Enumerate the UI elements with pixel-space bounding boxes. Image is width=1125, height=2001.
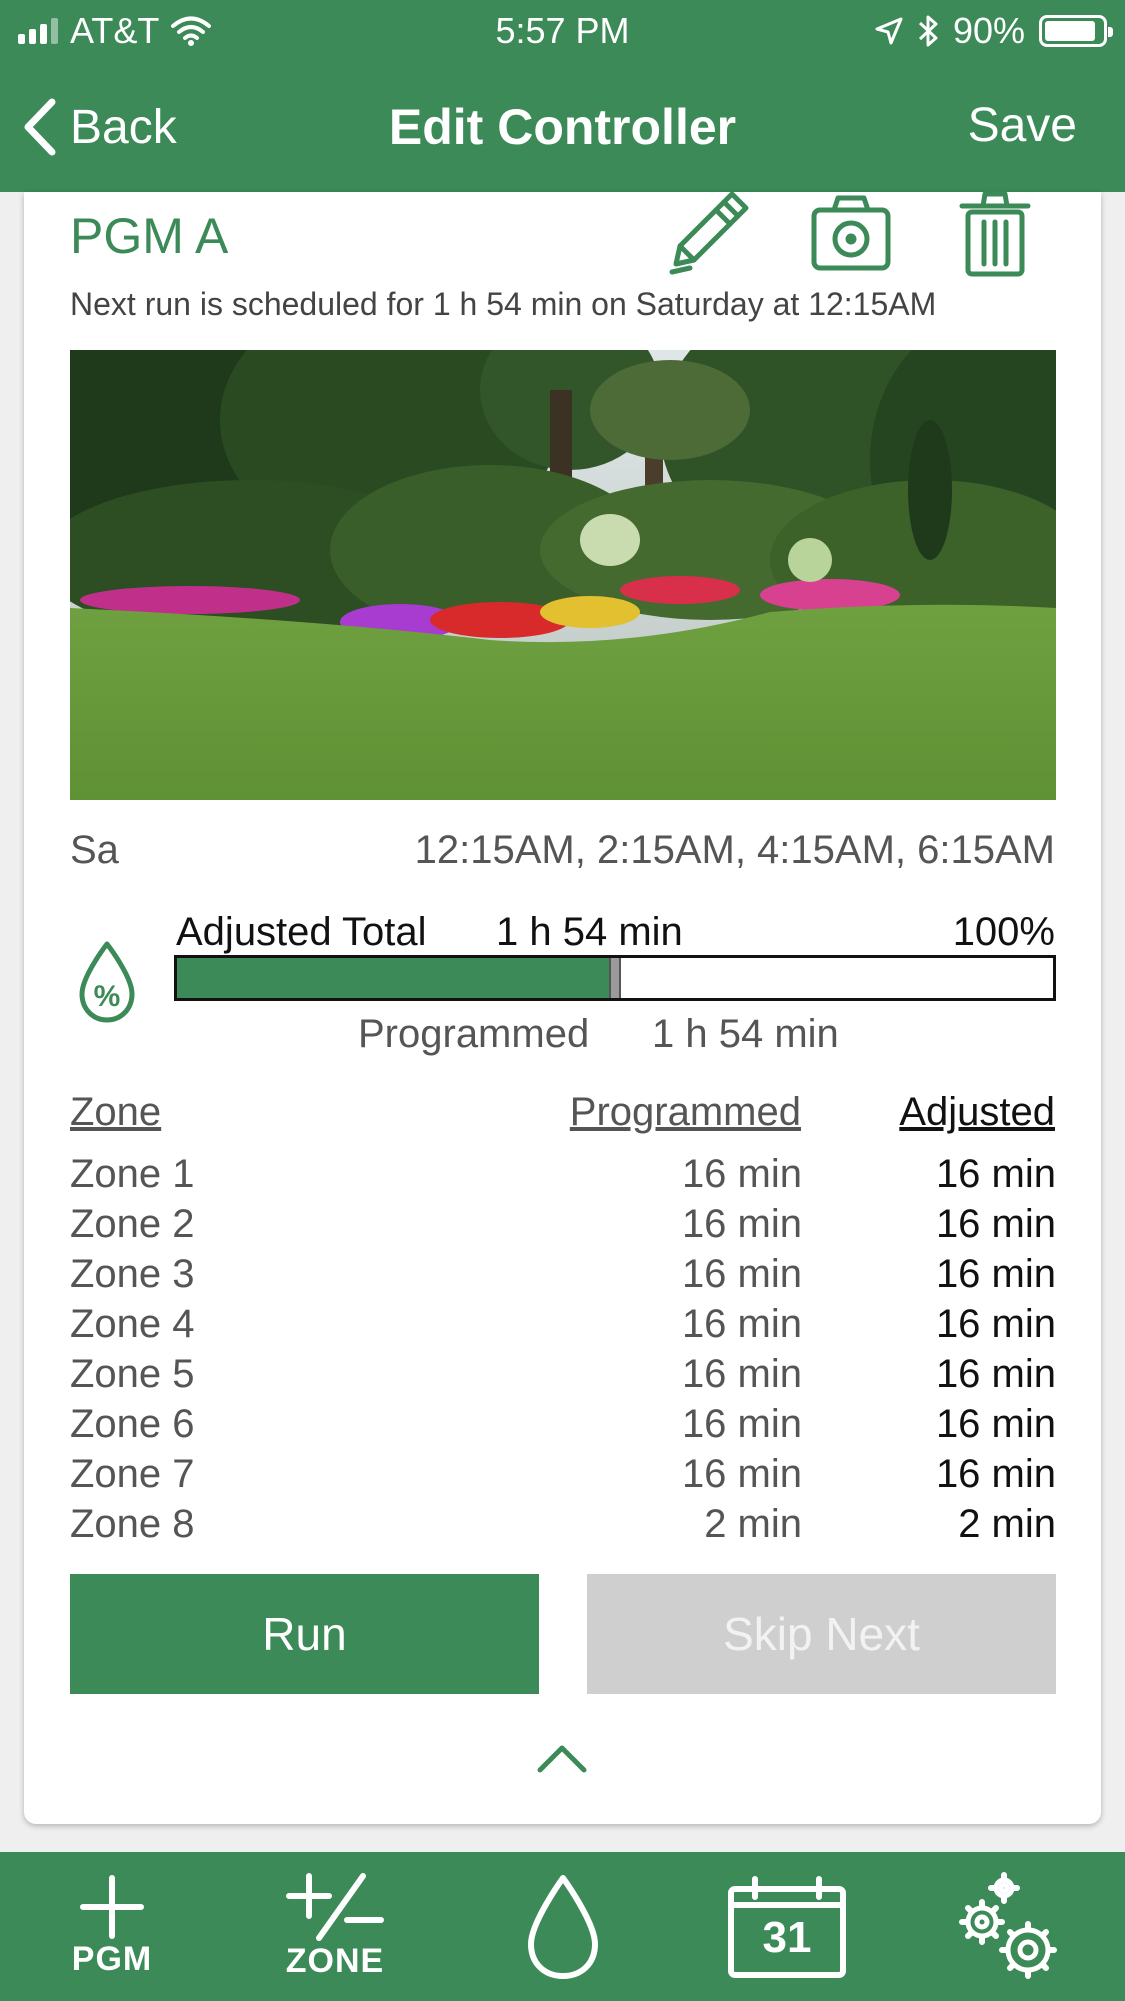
adjustment-bar-handle[interactable] — [609, 958, 621, 998]
tab-calendar[interactable]: 31 — [720, 1852, 854, 2001]
svg-text:%: % — [94, 980, 121, 1013]
calendar-day: 31 — [762, 1912, 812, 1962]
zone-name: Zone 7 — [70, 1452, 195, 1496]
zone-programmed: 16 min — [681, 1302, 802, 1346]
tab-add-remove-zone[interactable]: ZONE — [270, 1852, 400, 2001]
tab-settings[interactable] — [956, 1852, 1066, 2001]
battery-icon — [1039, 15, 1113, 47]
zone-adjusted: 16 min — [935, 1352, 1056, 1396]
zone-programmed: 2 min — [704, 1502, 802, 1546]
camera-icon[interactable] — [806, 188, 896, 278]
bluetooth-icon — [918, 15, 938, 47]
program-name: PGM A — [70, 208, 229, 264]
plus-icon — [80, 1875, 144, 1939]
zone-name: Zone 5 — [70, 1352, 195, 1396]
tab-label: ZONE — [285, 1942, 385, 1980]
programmed-total-value: 1 h 54 min — [652, 1012, 839, 1056]
zone-adjusted: 16 min — [935, 1302, 1056, 1346]
schedule-day: Sa — [70, 828, 119, 872]
zone-programmed: 16 min — [681, 1452, 802, 1496]
table-row: Zone 2 16 min 16 min — [70, 1202, 1056, 1252]
status-bar: AT&T 5:57 PM 90% — [0, 0, 1125, 60]
adjusted-column-header: Adjusted — [899, 1090, 1055, 1134]
table-row: Zone 7 16 min 16 min — [70, 1452, 1056, 1502]
zone-name: Zone 8 — [70, 1502, 195, 1546]
calendar-icon: 31 — [727, 1875, 847, 1979]
back-button[interactable]: Back — [22, 98, 177, 156]
battery-percent: 90% — [952, 10, 1025, 51]
zone-name: Zone 1 — [70, 1152, 195, 1196]
bottom-tab-bar: PGM ZONE 31 — [0, 1852, 1125, 2001]
adjustment-bar-fill — [177, 958, 615, 998]
adjustment-bar[interactable] — [174, 955, 1056, 1001]
skip-next-button[interactable]: Skip Next — [587, 1574, 1056, 1694]
tab-water[interactable] — [510, 1852, 616, 2001]
plus-minus-icon — [286, 1873, 384, 1941]
adjusted-percent: 100% — [952, 910, 1055, 954]
table-row: Zone 3 16 min 16 min — [70, 1252, 1056, 1302]
zone-adjusted: 16 min — [935, 1402, 1056, 1446]
zone-name: Zone 2 — [70, 1202, 195, 1246]
zone-programmed: 16 min — [681, 1152, 802, 1196]
zone-adjusted: 2 min — [958, 1502, 1056, 1546]
programmed-column-header: Programmed — [569, 1090, 801, 1134]
zone-name: Zone 6 — [70, 1402, 195, 1446]
zone-column-header: Zone — [70, 1090, 162, 1134]
pencil-icon[interactable] — [662, 188, 752, 278]
zone-programmed: 16 min — [681, 1202, 802, 1246]
table-row: Zone 4 16 min 16 min — [70, 1302, 1056, 1352]
chevron-up-icon[interactable] — [536, 1742, 588, 1774]
adjusted-total-label: Adjusted Total — [176, 910, 427, 954]
back-label: Back — [70, 100, 177, 154]
zone-name: Zone 4 — [70, 1302, 195, 1346]
gears-icon — [959, 1871, 1057, 1979]
table-row: Zone 1 16 min 16 min — [70, 1152, 1056, 1202]
chevron-left-icon — [24, 98, 56, 156]
water-percent-icon: % — [79, 941, 135, 1023]
trash-icon[interactable] — [950, 188, 1040, 278]
water-drop-icon — [528, 1874, 598, 1979]
top-bar: AT&T 5:57 PM 90% Back Edit Controller Sa… — [0, 0, 1125, 192]
zone-programmed: 16 min — [681, 1352, 802, 1396]
location-arrow-icon — [875, 17, 903, 45]
zone-programmed: 16 min — [681, 1402, 802, 1446]
schedule-times: 12:15AM, 2:15AM, 4:15AM, 6:15AM — [414, 828, 1055, 872]
run-button[interactable]: Run — [70, 1574, 539, 1694]
adjusted-total-value: 1 h 54 min — [496, 910, 683, 954]
table-row: Zone 5 16 min 16 min — [70, 1352, 1056, 1402]
zone-adjusted: 16 min — [935, 1202, 1056, 1246]
table-row: Zone 6 16 min 16 min — [70, 1402, 1056, 1452]
next-run-text: Next run is scheduled for 1 h 54 min on … — [70, 286, 937, 322]
nav-bar: Back Edit Controller Save — [0, 60, 1125, 192]
garden-photo[interactable] — [70, 350, 1056, 800]
save-button[interactable]: Save — [968, 98, 1077, 153]
tab-add-program[interactable]: PGM — [52, 1852, 172, 2001]
zone-adjusted: 16 min — [935, 1452, 1056, 1496]
zone-programmed: 16 min — [681, 1252, 802, 1296]
programmed-total-label: Programmed — [358, 1012, 590, 1056]
zone-name: Zone 3 — [70, 1252, 195, 1296]
table-row: Zone 8 2 min 2 min — [70, 1502, 1056, 1552]
zone-adjusted: 16 min — [935, 1152, 1056, 1196]
tab-label: PGM — [71, 1940, 153, 1978]
zone-adjusted: 16 min — [935, 1252, 1056, 1296]
